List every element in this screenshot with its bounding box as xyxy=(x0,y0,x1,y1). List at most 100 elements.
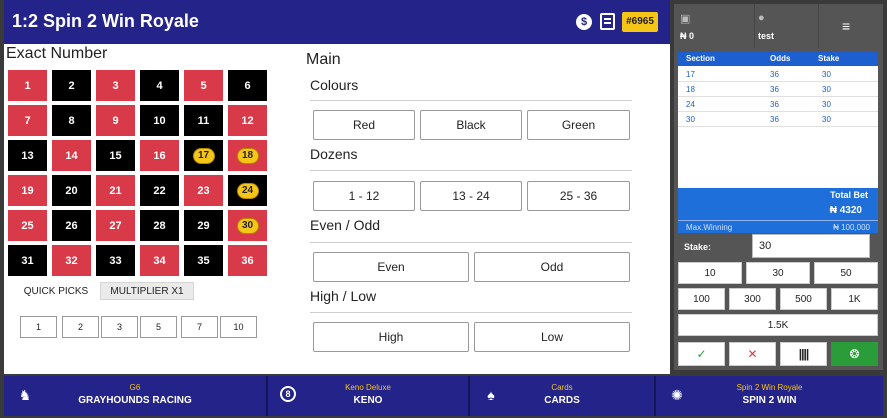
cancel-x-icon[interactable]: ✕ xyxy=(729,342,776,366)
number-cell-17[interactable]: 17 xyxy=(184,140,223,171)
bet-odd-button[interactable]: Odd xyxy=(474,252,630,282)
cell-stake: 30 xyxy=(822,100,831,109)
nav-name-label: KENO xyxy=(353,395,383,406)
number-cell-14[interactable]: 14 xyxy=(52,140,91,171)
number-cell-2[interactable]: 2 xyxy=(52,70,91,101)
nav-name-label: SPIN 2 WIN xyxy=(742,395,797,406)
stake-chip-button[interactable]: 500 xyxy=(780,288,827,310)
number-cell-27[interactable]: 27 xyxy=(96,210,135,241)
number-cell-26[interactable]: 26 xyxy=(52,210,91,241)
max-winning-label: Max.Winning xyxy=(686,223,733,232)
number-cell-4[interactable]: 4 xyxy=(140,70,179,101)
hamburger-menu-icon[interactable]: ≡ xyxy=(842,4,872,48)
nav-name-label: GRAYHOUNDS RACING xyxy=(78,395,192,406)
dollar-icon[interactable]: $ xyxy=(576,14,592,30)
divider xyxy=(310,100,632,101)
bet-black-button[interactable]: Black xyxy=(420,110,522,140)
bet-green-button[interactable]: Green xyxy=(527,110,630,140)
number-cell-16[interactable]: 16 xyxy=(140,140,179,171)
number-cell-36[interactable]: 36 xyxy=(228,245,267,276)
stake-input[interactable] xyxy=(752,234,870,258)
number-cell-8[interactable]: 8 xyxy=(52,105,91,136)
quick-pick-button[interactable]: 5 xyxy=(140,316,177,338)
nav-keno[interactable]: 8 Keno Deluxe KENO xyxy=(268,376,468,416)
quick-pick-button[interactable]: 10 xyxy=(220,316,257,338)
number-cell-32[interactable]: 32 xyxy=(52,245,91,276)
number-cell-25[interactable]: 25 xyxy=(8,210,47,241)
bet-table: Section Odds Stake 17 36 30 18 36 30 24 … xyxy=(678,52,878,188)
number-cell-33[interactable]: 33 xyxy=(96,245,135,276)
table-row[interactable]: 17 36 30 xyxy=(678,67,878,82)
number-cell-31[interactable]: 31 xyxy=(8,245,47,276)
cell-odds: 36 xyxy=(770,100,779,109)
nav-greyhounds[interactable]: ♞ G6 GRAYHOUNDS RACING xyxy=(4,376,266,416)
table-row[interactable]: 30 36 30 xyxy=(678,112,878,127)
number-cell-13[interactable]: 13 xyxy=(8,140,47,171)
quick-pick-button[interactable]: 7 xyxy=(181,316,218,338)
table-row[interactable]: 24 36 30 xyxy=(678,97,878,112)
number-cell-10[interactable]: 10 xyxy=(140,105,179,136)
number-cell-19[interactable]: 19 xyxy=(8,175,47,206)
quick-pick-button[interactable]: 1 xyxy=(20,316,57,338)
number-cell-29[interactable]: 29 xyxy=(184,210,223,241)
ticket-id-badge[interactable]: #6965 xyxy=(622,12,658,32)
print-icon[interactable]: ❂ xyxy=(831,342,878,366)
number-cell-15[interactable]: 15 xyxy=(96,140,135,171)
tab-multiplier[interactable]: MULTIPLIER X1 xyxy=(100,282,194,300)
username: test xyxy=(758,31,775,41)
number-cell-5[interactable]: 5 xyxy=(184,70,223,101)
stake-chip-button[interactable]: 1.5K xyxy=(678,314,878,336)
number-cell-23[interactable]: 23 xyxy=(184,175,223,206)
page-title: 1:2 Spin 2 Win Royale xyxy=(12,11,199,31)
wallet-icon: ▣ xyxy=(680,13,691,25)
balance-cell[interactable]: ▣ ₦ 0 xyxy=(680,4,752,48)
betting-area: 1:2 Spin 2 Win Royale $ #6965 Exact Numb… xyxy=(4,0,670,374)
nav-spin2win[interactable]: ✺ Spin 2 Win Royale SPIN 2 WIN xyxy=(656,376,883,416)
stake-chip-button[interactable]: 30 xyxy=(746,262,810,284)
number-cell-1[interactable]: 1 xyxy=(8,70,47,101)
total-bet-value: ₦ 4320 xyxy=(829,205,862,216)
nav-cards[interactable]: ♠ Cards CARDS xyxy=(470,376,654,416)
bet-chip: 18 xyxy=(236,147,259,164)
bet-dozen-3-button[interactable]: 25 - 36 xyxy=(527,181,630,211)
calendar-icon[interactable] xyxy=(600,13,615,30)
stake-chip-button[interactable]: 10 xyxy=(678,262,742,284)
stake-chip-button[interactable]: 1K xyxy=(831,288,878,310)
number-cell-35[interactable]: 35 xyxy=(184,245,223,276)
tab-quick-picks[interactable]: QUICK PICKS xyxy=(16,282,96,300)
bet-red-button[interactable]: Red xyxy=(313,110,415,140)
cell-section: 17 xyxy=(686,70,695,79)
number-cell-12[interactable]: 12 xyxy=(228,105,267,136)
number-cell-21[interactable]: 21 xyxy=(96,175,135,206)
quick-pick-button[interactable]: 3 xyxy=(101,316,138,338)
number-cell-6[interactable]: 6 xyxy=(228,70,267,101)
number-cell-9[interactable]: 9 xyxy=(96,105,135,136)
confirm-check-icon[interactable]: ✓ xyxy=(678,342,725,366)
table-row[interactable]: 18 36 30 xyxy=(678,82,878,97)
stake-chip-button[interactable]: 50 xyxy=(814,262,878,284)
user-cell[interactable]: ● test xyxy=(758,4,830,48)
number-cell-11[interactable]: 11 xyxy=(184,105,223,136)
col-stake: Stake xyxy=(818,54,840,63)
cell-stake: 30 xyxy=(822,85,831,94)
bet-low-button[interactable]: Low xyxy=(474,322,630,352)
number-cell-28[interactable]: 28 xyxy=(140,210,179,241)
number-cell-24[interactable]: 24 xyxy=(228,175,267,206)
number-cell-22[interactable]: 22 xyxy=(140,175,179,206)
number-cell-30[interactable]: 30 xyxy=(228,210,267,241)
number-cell-34[interactable]: 34 xyxy=(140,245,179,276)
bet-high-button[interactable]: High xyxy=(313,322,469,352)
stake-chip-button[interactable]: 100 xyxy=(678,288,725,310)
number-cell-18[interactable]: 18 xyxy=(228,140,267,171)
user-icon: ● xyxy=(758,12,765,24)
barcode-icon[interactable]: |||| xyxy=(780,342,827,366)
number-cell-7[interactable]: 7 xyxy=(8,105,47,136)
bet-dozen-1-button[interactable]: 1 - 12 xyxy=(313,181,415,211)
quick-pick-button[interactable]: 2 xyxy=(62,316,99,338)
stake-chip-button[interactable]: 300 xyxy=(729,288,776,310)
number-cell-3[interactable]: 3 xyxy=(96,70,135,101)
bet-dozen-2-button[interactable]: 13 - 24 xyxy=(420,181,522,211)
number-cell-20[interactable]: 20 xyxy=(52,175,91,206)
bet-even-button[interactable]: Even xyxy=(313,252,469,282)
even-odd-title: Even / Odd xyxy=(310,217,381,233)
